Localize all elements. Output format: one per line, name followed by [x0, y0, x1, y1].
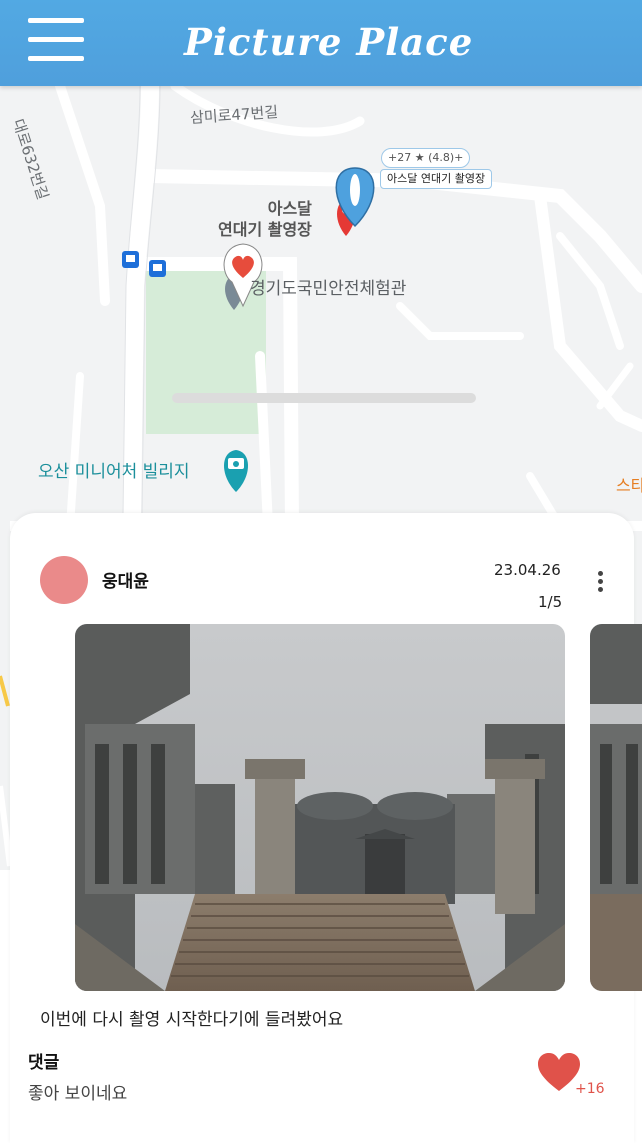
post-date: 23.04.26: [494, 561, 561, 579]
comments-heading: 댓글: [28, 1053, 60, 1073]
place-name-bubble[interactable]: 아스달 연대기 촬영장: [380, 169, 493, 189]
post-caption: 이번에 다시 촬영 시작한다기에 들려봤어요: [40, 1010, 344, 1030]
next-photo-preview[interactable]: [590, 624, 642, 991]
bus-stop-icon[interactable]: [122, 251, 139, 268]
author-name[interactable]: 웅대윤: [102, 567, 149, 592]
rating-bubble: +27 ★ (4.8)+: [381, 148, 471, 168]
like-heart-icon[interactable]: [538, 1053, 580, 1093]
post-photo[interactable]: [75, 624, 565, 991]
poi-label-safety-center: 경기도국민안전체험관: [250, 279, 407, 299]
post-card: 웅대윤 23.04.26 1/5 이번에 다시 촬영 시작한다기에 들려봤어요 …: [10, 513, 642, 1143]
like-count: +16: [575, 1081, 605, 1097]
map-scroll-handle[interactable]: [172, 393, 476, 403]
bus-stop-icon[interactable]: [149, 260, 166, 277]
photo-illustration: [590, 624, 642, 991]
avatar[interactable]: [40, 556, 88, 604]
poi-label-filming-site: 아스달 연대기 촬영장: [218, 199, 312, 239]
camera-pin-icon[interactable]: [224, 450, 248, 492]
app-title: Picture Place: [184, 20, 474, 64]
hamburger-menu-icon[interactable]: [28, 18, 84, 62]
photo-illustration: [75, 624, 565, 991]
poi-label-edge: 스타: [616, 476, 642, 495]
app-header: Picture Place: [0, 0, 642, 86]
more-options-icon[interactable]: [590, 567, 612, 597]
photo-page-counter: 1/5: [538, 593, 563, 611]
poi-label-miniature-village: 오산 미니어처 빌리지: [38, 462, 190, 482]
comment-text: 좋아 보이네요: [28, 1084, 128, 1104]
